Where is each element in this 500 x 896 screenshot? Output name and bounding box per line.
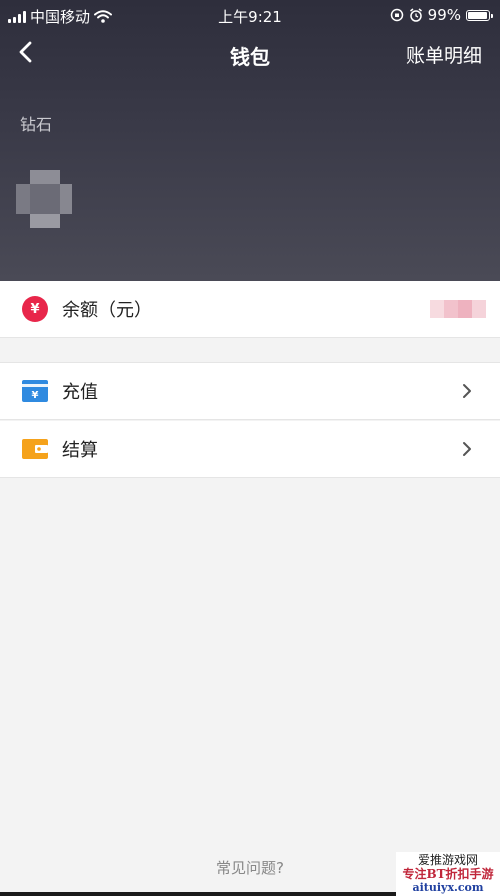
battery-percent: 99% xyxy=(427,6,461,24)
divider xyxy=(0,419,500,420)
wallet-icon xyxy=(22,438,48,460)
alarm-icon xyxy=(409,8,422,22)
recharge-row[interactable]: ¥ 充值 xyxy=(0,363,500,419)
watermark-line-3: aituiyx.com xyxy=(412,881,484,894)
settlement-row[interactable]: 结算 xyxy=(0,421,500,477)
watermark-line-2: 专注BT折扣手游 xyxy=(402,867,494,881)
balance-row: ¥ 余额（元） xyxy=(0,281,500,337)
status-right: 99% xyxy=(390,6,493,24)
balance-amount-blurred xyxy=(430,300,486,318)
balance-label: 余额（元） xyxy=(62,300,152,321)
diamond-amount-blurred xyxy=(16,170,74,230)
recharge-card-icon: ¥ xyxy=(22,380,48,402)
status-bar: 中国移动 上午9:21 99% xyxy=(0,0,500,30)
watermark-line-1: 爱推游戏网 xyxy=(417,853,478,867)
bill-detail-link[interactable]: 账单明细 xyxy=(406,41,482,68)
nav-bar: 钱包 账单明细 xyxy=(0,36,500,72)
rotation-lock-icon xyxy=(390,8,403,22)
home-indicator-bar xyxy=(0,892,396,896)
recharge-label: 充值 xyxy=(62,382,98,403)
battery-icon xyxy=(466,9,493,21)
yen-icon: ¥ xyxy=(22,296,48,322)
recharge-icon-glyph: ¥ xyxy=(32,390,39,401)
wallet-header: 中国移动 上午9:21 99% 钱包 账单明细 钻石 xyxy=(0,0,500,281)
settlement-label: 结算 xyxy=(62,440,98,461)
divider xyxy=(0,477,500,478)
chevron-right-icon xyxy=(463,442,471,456)
site-watermark: 爱推游戏网 专注BT折扣手游 aituiyx.com xyxy=(396,852,500,896)
chevron-right-icon xyxy=(463,384,471,398)
diamond-label: 钻石 xyxy=(20,115,53,134)
divider xyxy=(0,337,500,338)
